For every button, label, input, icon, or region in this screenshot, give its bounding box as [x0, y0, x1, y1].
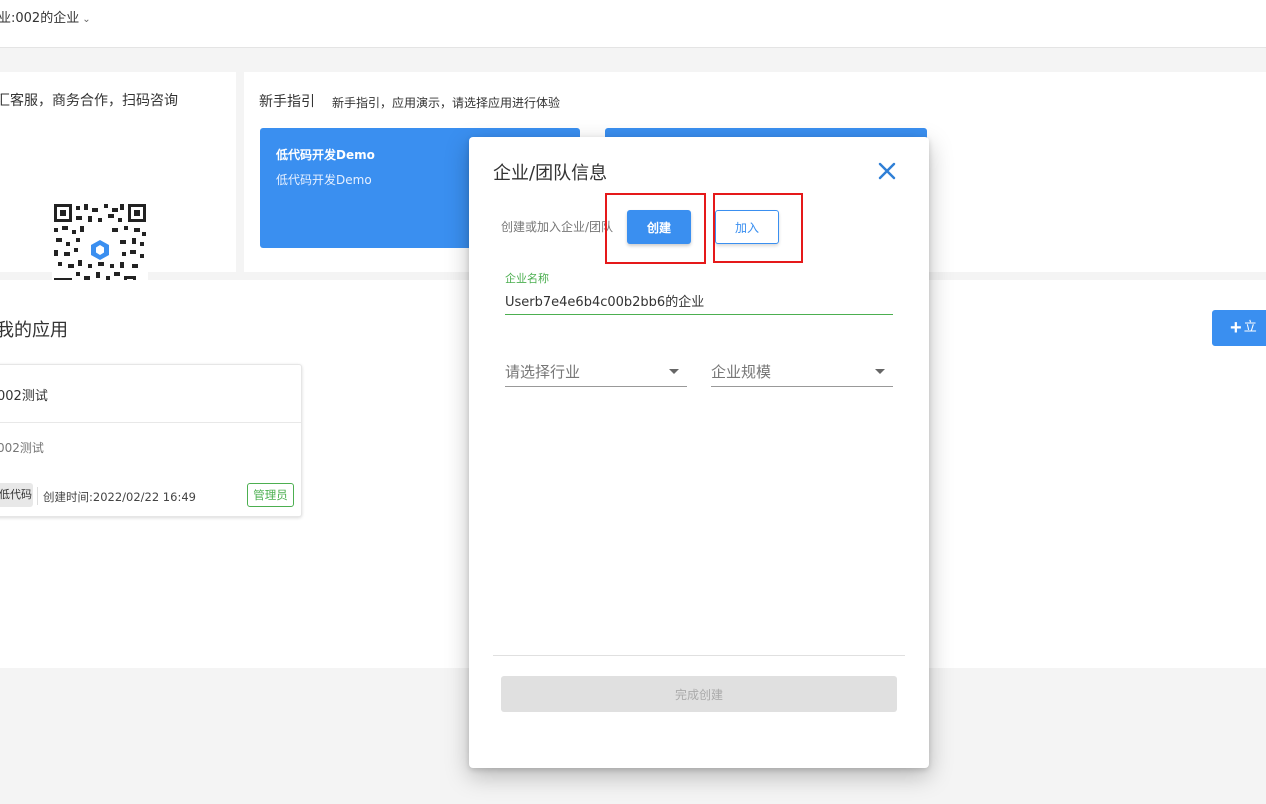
dialog-title: 企业/团队信息: [493, 163, 608, 184]
highlight-box-create: [605, 193, 706, 264]
mode-label: 创建或加入企业/团队: [501, 220, 614, 234]
close-icon[interactable]: [875, 159, 899, 183]
scale-placeholder: 企业规模: [711, 363, 772, 381]
company-name-input[interactable]: [505, 287, 893, 315]
industry-placeholder: 请选择行业: [505, 363, 581, 381]
caret-down-icon: [669, 369, 679, 374]
scale-select[interactable]: 企业规模: [711, 357, 893, 387]
finish-create-button[interactable]: 完成创建: [501, 676, 897, 712]
org-info-dialog: 企业/团队信息 创建或加入企业/团队 创建 加入 企业名称 请选择行业 企业规模…: [469, 137, 929, 768]
dialog-divider: [493, 655, 905, 656]
industry-select[interactable]: 请选择行业: [505, 357, 687, 387]
highlight-box-join: [713, 193, 803, 263]
caret-down-icon: [875, 369, 885, 374]
company-name-label: 企业名称: [505, 272, 549, 285]
